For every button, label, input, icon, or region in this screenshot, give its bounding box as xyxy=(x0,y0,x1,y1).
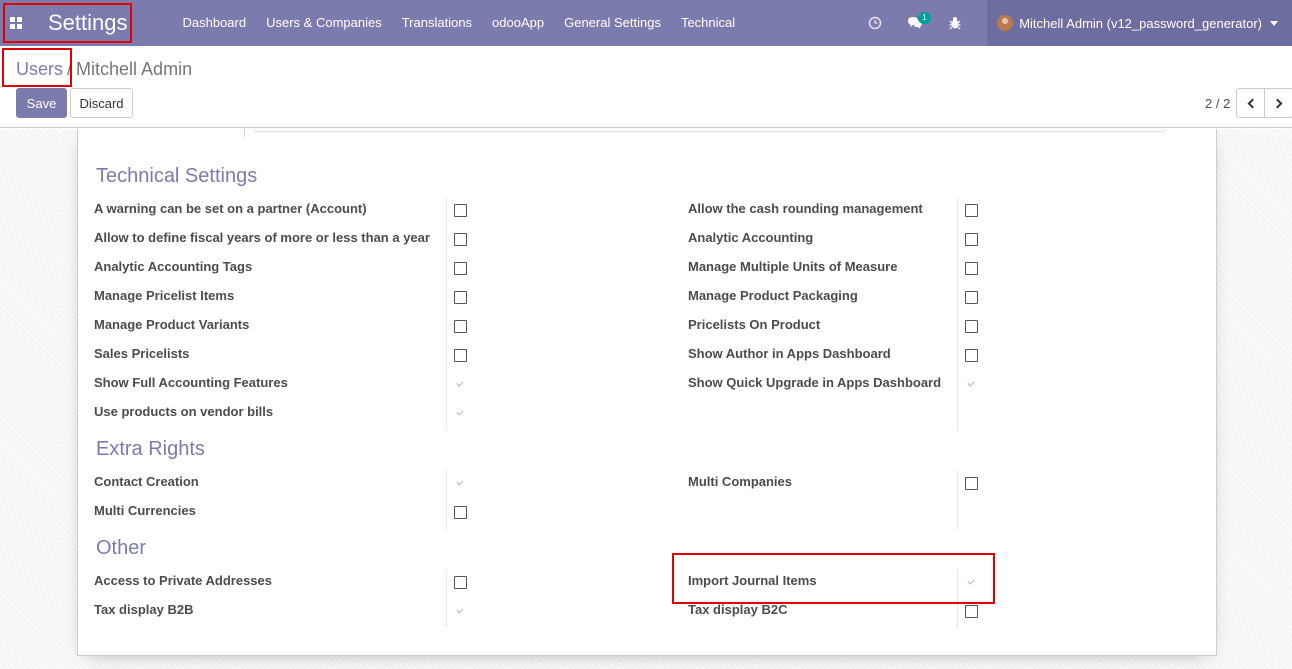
activity-clock-icon[interactable] xyxy=(855,0,895,46)
setting-label-contact-creation[interactable]: Contact Creation xyxy=(94,474,199,489)
previous-field-bottom xyxy=(253,129,1165,132)
breadcrumb-current: Mitchell Admin xyxy=(76,59,193,79)
setting-label-allow-to-define-fiscal-years-of-more-or-less-than-a-year[interactable]: Allow to define fiscal years of more or … xyxy=(94,230,430,245)
setting-label-import-journal-items[interactable]: Import Journal Items xyxy=(688,573,817,588)
checkbox-use-products-on-vendor-bills[interactable] xyxy=(454,407,467,420)
section-title-technical-settings: Technical Settings xyxy=(96,165,258,187)
pager-value[interactable]: 2 / 2 xyxy=(1205,96,1230,111)
apps-grid-icon xyxy=(10,17,22,29)
breadcrumb-separator: / xyxy=(67,59,73,79)
checkbox-access-to-private-addresses[interactable] xyxy=(454,576,467,589)
setting-label-tax-display-b2b[interactable]: Tax display B2B xyxy=(94,602,193,617)
avatar xyxy=(997,15,1014,31)
checkbox-contact-creation[interactable] xyxy=(454,477,467,490)
setting-label-multi-currencies[interactable]: Multi Currencies xyxy=(94,503,196,518)
menu-item-users-companies[interactable]: Users & Companies xyxy=(256,0,392,46)
setting-label-manage-product-variants[interactable]: Manage Product Variants xyxy=(94,317,249,332)
setting-label-show-author-in-apps-dashboard[interactable]: Show Author in Apps Dashboard xyxy=(688,346,891,361)
field-separator-line xyxy=(446,471,447,529)
divider xyxy=(244,129,245,137)
setting-label-a-warning-can-be-set-on-a-partner-account[interactable]: A warning can be set on a partner (Accou… xyxy=(94,201,367,216)
checkbox-a-warning-can-be-set-on-a-partner-account[interactable] xyxy=(454,204,467,217)
chat-count-badge: 1 xyxy=(918,12,931,24)
user-menu[interactable]: Mitchell Admin (v12_password_generator) xyxy=(987,0,1292,46)
setting-label-manage-pricelist-items[interactable]: Manage Pricelist Items xyxy=(94,288,234,303)
setting-label-pricelists-on-product[interactable]: Pricelists On Product xyxy=(688,317,820,332)
app-title[interactable]: Settings xyxy=(48,10,128,36)
checkbox-show-quick-upgrade-in-apps-dashboard[interactable] xyxy=(965,378,978,391)
setting-label-access-to-private-addresses[interactable]: Access to Private Addresses xyxy=(94,573,272,588)
menu-item-odooapp[interactable]: odooApp xyxy=(482,0,554,46)
checkbox-sales-pricelists[interactable] xyxy=(454,349,467,362)
checkbox-allow-the-cash-rounding-management[interactable] xyxy=(965,204,978,217)
field-separator-line xyxy=(957,198,958,430)
menu-item-dashboard[interactable]: Dashboard xyxy=(173,0,257,46)
setting-label-analytic-accounting-tags[interactable]: Analytic Accounting Tags xyxy=(94,259,252,274)
setting-label-show-quick-upgrade-in-apps-dashboard[interactable]: Show Quick Upgrade in Apps Dashboard xyxy=(688,375,941,390)
checkbox-analytic-accounting[interactable] xyxy=(965,233,978,246)
checkbox-manage-multiple-units-of-measure[interactable] xyxy=(965,262,978,275)
menu-item-technical[interactable]: Technical xyxy=(671,0,745,46)
checkbox-manage-product-packaging[interactable] xyxy=(965,291,978,304)
setting-label-tax-display-b2c[interactable]: Tax display B2C xyxy=(688,602,787,617)
checkbox-tax-display-b2c[interactable] xyxy=(965,605,978,618)
chevron-left-icon xyxy=(1247,98,1257,108)
field-separator-line xyxy=(957,570,958,628)
form-sheet: Technical Settings Extra Rights Other A … xyxy=(77,129,1217,656)
checkbox-import-journal-items[interactable] xyxy=(965,576,978,589)
control-panel: Users / Mitchell Admin Save Discard 2 / 2 xyxy=(0,46,1292,128)
setting-label-manage-product-packaging[interactable]: Manage Product Packaging xyxy=(688,288,858,303)
checkbox-analytic-accounting-tags[interactable] xyxy=(454,262,467,275)
setting-label-use-products-on-vendor-bills[interactable]: Use products on vendor bills xyxy=(94,404,273,419)
checkbox-multi-currencies[interactable] xyxy=(454,506,467,519)
menu-item-general-settings[interactable]: General Settings xyxy=(554,0,671,46)
form-view-background: Technical Settings Extra Rights Other A … xyxy=(0,129,1292,669)
checkbox-multi-companies[interactable] xyxy=(965,477,978,490)
checkbox-manage-product-variants[interactable] xyxy=(454,320,467,333)
breadcrumb-users-link[interactable]: Users xyxy=(16,59,63,79)
field-separator-line xyxy=(446,570,447,628)
checkbox-tax-display-b2b[interactable] xyxy=(454,605,467,618)
setting-label-sales-pricelists[interactable]: Sales Pricelists xyxy=(94,346,189,361)
top-navbar: Settings Dashboard Users & Companies Tra… xyxy=(0,0,1292,46)
user-name: Mitchell Admin (v12_password_generator) xyxy=(1019,15,1262,31)
chevron-right-icon xyxy=(1272,98,1282,108)
chat-icon[interactable]: 1 xyxy=(895,0,935,46)
checkbox-manage-pricelist-items[interactable] xyxy=(454,291,467,304)
menu-item-translations[interactable]: Translations xyxy=(392,0,482,46)
checkbox-pricelists-on-product[interactable] xyxy=(965,320,978,333)
checkbox-allow-to-define-fiscal-years-of-more-or-less-than-a-year[interactable] xyxy=(454,233,467,246)
section-title-extra-rights: Extra Rights xyxy=(96,438,205,460)
apps-menu-button[interactable] xyxy=(0,0,32,46)
pager-next-button[interactable] xyxy=(1264,88,1292,118)
setting-label-multi-companies[interactable]: Multi Companies xyxy=(688,474,792,489)
pager-previous-button[interactable] xyxy=(1236,88,1265,118)
discard-button[interactable]: Discard xyxy=(70,88,133,118)
setting-label-analytic-accounting[interactable]: Analytic Accounting xyxy=(688,230,813,245)
field-separator-line xyxy=(446,198,447,430)
debug-bug-icon[interactable] xyxy=(935,0,975,46)
save-button[interactable]: Save xyxy=(16,88,67,118)
field-separator-line xyxy=(957,471,958,529)
setting-label-show-full-accounting-features[interactable]: Show Full Accounting Features xyxy=(94,375,288,390)
setting-label-manage-multiple-units-of-measure[interactable]: Manage Multiple Units of Measure xyxy=(688,259,897,274)
main-menu: Dashboard Users & Companies Translations… xyxy=(173,0,746,46)
checkbox-show-author-in-apps-dashboard[interactable] xyxy=(965,349,978,362)
breadcrumb: Users / Mitchell Admin xyxy=(16,59,192,80)
systray: 1 Mitchell Admin (v12_password_generator… xyxy=(855,0,1292,46)
section-title-other: Other xyxy=(96,537,147,559)
checkbox-show-full-accounting-features[interactable] xyxy=(454,378,467,391)
setting-label-allow-the-cash-rounding-management[interactable]: Allow the cash rounding management xyxy=(688,201,923,216)
caret-down-icon xyxy=(1270,20,1278,26)
